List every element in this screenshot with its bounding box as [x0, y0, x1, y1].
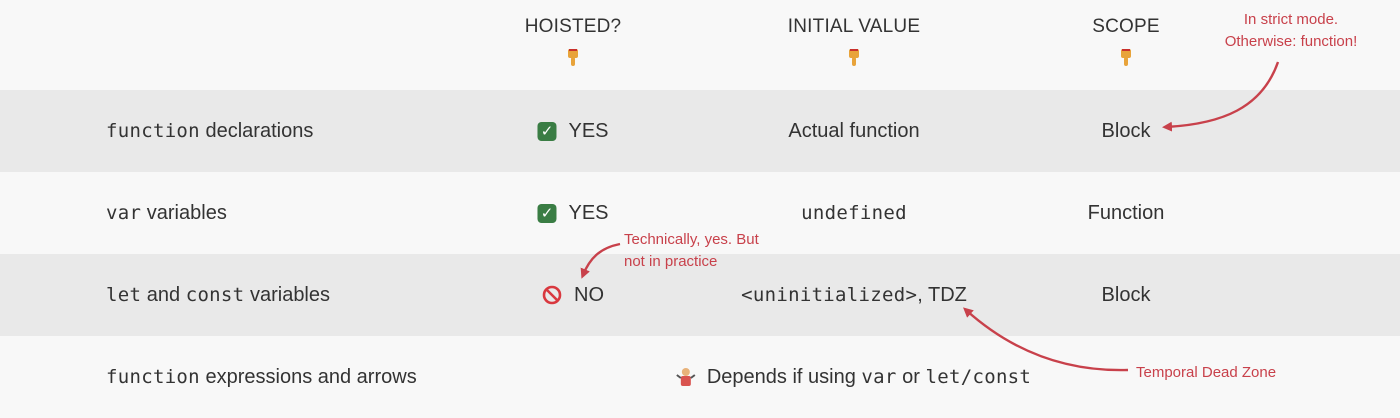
annotation-arrows: [580, 61, 1280, 372]
technically-arrow: [580, 242, 621, 279]
strict-mode-arrow: [1162, 61, 1280, 132]
tdz-arrow: [963, 307, 1129, 372]
